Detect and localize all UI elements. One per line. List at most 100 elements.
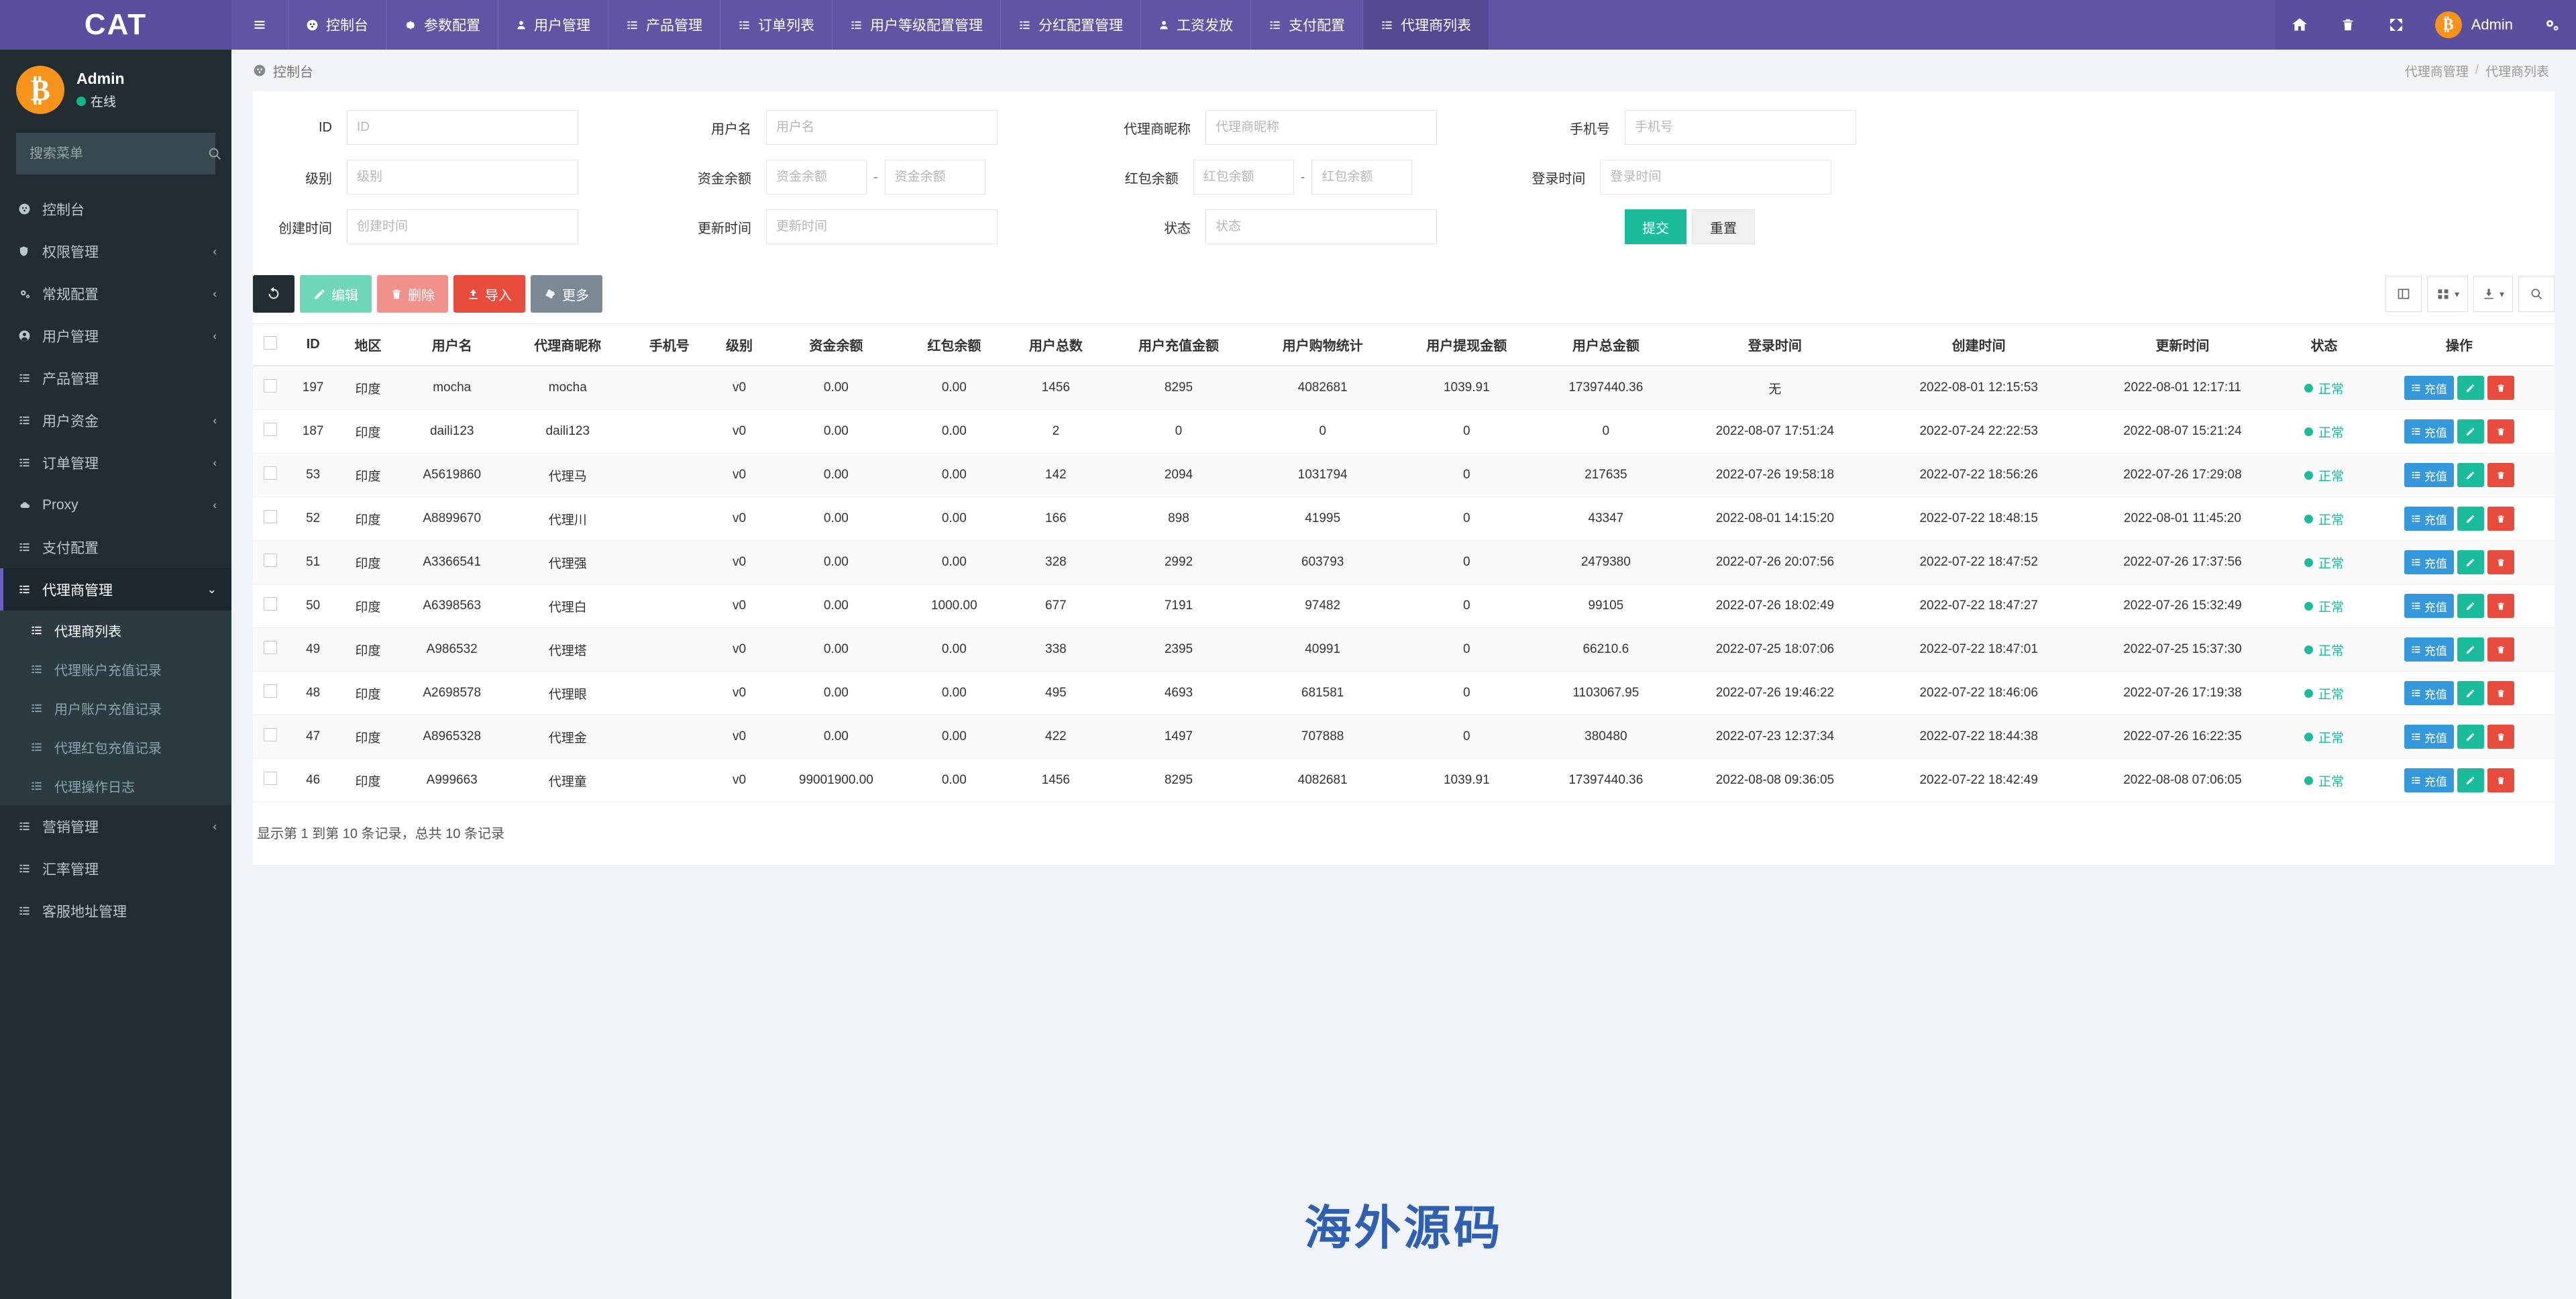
column-header-12[interactable]: 用户提现金额 (1395, 324, 1539, 366)
row-checkbox[interactable] (264, 554, 277, 567)
fullscreen-icon[interactable] (2372, 0, 2420, 50)
row-checkbox[interactable] (264, 684, 277, 698)
sidebar-item-after-0[interactable]: 营销管理‹ (0, 805, 231, 847)
table-row[interactable]: 187印度daili123daili123v00.000.00200002022… (253, 410, 2555, 454)
import-button[interactable]: 导入 (453, 275, 525, 313)
row-edit-button[interactable] (2457, 637, 2484, 662)
row-delete-button[interactable] (2487, 419, 2514, 444)
sidebar-subitem-0[interactable]: 代理商列表 (0, 611, 231, 650)
field-input[interactable] (1205, 209, 1437, 244)
recharge-button[interactable]: 充值 (2404, 681, 2454, 705)
table-row[interactable]: 49印度A986532代理塔v00.000.003382395409910662… (253, 628, 2555, 672)
row-delete-button[interactable] (2487, 463, 2514, 487)
field-input[interactable] (347, 160, 578, 195)
column-header-3[interactable]: 用户名 (398, 324, 506, 366)
row-delete-button[interactable] (2487, 637, 2514, 662)
delete-button[interactable]: 删除 (377, 275, 448, 313)
row-checkbox[interactable] (264, 510, 277, 523)
column-header-10[interactable]: 用户充值金额 (1107, 324, 1251, 366)
row-checkbox[interactable] (264, 597, 277, 611)
breadcrumb-parent[interactable]: 代理商管理 (2405, 62, 2469, 80)
field-input-min[interactable] (766, 160, 867, 195)
field-input-min[interactable] (1193, 160, 1294, 195)
column-header-18[interactable]: 操作 (2364, 324, 2555, 366)
column-header-8[interactable]: 红包余额 (904, 324, 1006, 366)
recharge-button[interactable]: 充值 (2404, 637, 2454, 662)
search-input[interactable] (30, 146, 207, 162)
row-delete-button[interactable] (2487, 507, 2514, 531)
field-input[interactable] (347, 110, 578, 145)
brand-logo[interactable]: CAT (0, 0, 231, 50)
table-row[interactable]: 53印度A5619860代理马v00.000.00142209410317940… (253, 454, 2555, 497)
recharge-button[interactable]: 充值 (2404, 594, 2454, 618)
column-header-4[interactable]: 代理商昵称 (506, 324, 629, 366)
sidebar-item-after-1[interactable]: 汇率管理 (0, 847, 231, 890)
search-icon[interactable] (207, 146, 222, 161)
recharge-button[interactable]: 充值 (2404, 376, 2454, 400)
top-nav-item-5[interactable]: 用户等级配置管理 (833, 0, 1001, 50)
top-nav-item-3[interactable]: 产品管理 (608, 0, 720, 50)
recharge-button[interactable]: 充值 (2404, 507, 2454, 531)
row-checkbox[interactable] (264, 466, 277, 480)
top-nav-item-7[interactable]: 工资发放 (1141, 0, 1251, 50)
table-row[interactable]: 50印度A6398563代理白v00.001000.00677719197482… (253, 584, 2555, 628)
column-header-17[interactable]: 状态 (2284, 324, 2363, 366)
table-row[interactable]: 46印度A999663代理童v099001900.000.00145682954… (253, 759, 2555, 802)
edit-button[interactable]: 编辑 (300, 275, 372, 313)
row-checkbox[interactable] (264, 423, 277, 436)
top-nav-item-4[interactable]: 订单列表 (720, 0, 833, 50)
field-input[interactable] (347, 209, 578, 244)
top-nav-item-2[interactable]: 用户管理 (498, 0, 608, 50)
row-checkbox[interactable] (264, 772, 277, 785)
recharge-button[interactable]: 充值 (2404, 550, 2454, 574)
refresh-button[interactable] (253, 275, 294, 313)
field-input[interactable] (1600, 160, 1831, 195)
recharge-button[interactable]: 充值 (2404, 725, 2454, 749)
row-checkbox[interactable] (264, 641, 277, 654)
sidebar-item-6[interactable]: 订单管理‹ (0, 441, 231, 484)
column-header-2[interactable]: 地区 (338, 324, 397, 366)
row-edit-button[interactable] (2457, 594, 2484, 618)
field-input[interactable] (766, 110, 998, 145)
column-header-11[interactable]: 用户购物统计 (1250, 324, 1395, 366)
table-row[interactable]: 51印度A3366541代理强v00.000.00328299260379302… (253, 541, 2555, 584)
column-header-15[interactable]: 创建时间 (1877, 324, 2081, 366)
field-input-max[interactable] (885, 160, 985, 195)
column-header-5[interactable]: 手机号 (629, 324, 710, 366)
row-edit-button[interactable] (2457, 681, 2484, 705)
row-delete-button[interactable] (2487, 594, 2514, 618)
table-row[interactable]: 197印度mochamochav00.000.00145682954082681… (253, 366, 2555, 410)
top-nav-item-1[interactable]: 参数配置 (386, 0, 498, 50)
row-delete-button[interactable] (2487, 768, 2514, 792)
sidebar-item-agent-management[interactable]: 代理商管理⌄ (0, 568, 231, 611)
search-icon[interactable] (2518, 276, 2555, 312)
sidebar-toggle-button[interactable] (231, 0, 288, 50)
top-nav-item-0[interactable]: 控制台 (288, 0, 386, 50)
row-delete-button[interactable] (2487, 725, 2514, 749)
row-delete-button[interactable] (2487, 681, 2514, 705)
export-icon[interactable]: ▾ (2473, 276, 2513, 312)
columns-icon[interactable] (2385, 276, 2422, 312)
sidebar-item-7[interactable]: Proxy‹ (0, 484, 231, 526)
home-icon[interactable] (2275, 0, 2324, 50)
select-all-checkbox[interactable] (264, 336, 277, 350)
column-header-6[interactable]: 级别 (710, 324, 769, 366)
table-row[interactable]: 48印度A2698578代理眼v00.000.00495469368158101… (253, 672, 2555, 715)
sidebar-search[interactable] (16, 133, 215, 174)
row-checkbox[interactable] (264, 379, 277, 393)
sidebar-subitem-1[interactable]: 代理账户充值记录 (0, 650, 231, 688)
column-header-7[interactable]: 资金余额 (769, 324, 903, 366)
trash-icon[interactable] (2324, 0, 2372, 50)
user-menu[interactable]: ₿ Admin (2420, 0, 2528, 50)
sidebar-item-8[interactable]: 支付配置 (0, 526, 231, 568)
field-input[interactable] (1205, 110, 1437, 145)
top-nav-item-9[interactable]: 代理商列表 (1363, 0, 1489, 50)
sidebar-item-3[interactable]: 用户管理‹ (0, 315, 231, 357)
column-header-1[interactable]: ID (288, 324, 338, 366)
sidebar-item-4[interactable]: 产品管理 (0, 357, 231, 399)
recharge-button[interactable]: 充值 (2404, 463, 2454, 487)
sidebar-subitem-4[interactable]: 代理操作日志 (0, 766, 231, 805)
row-edit-button[interactable] (2457, 376, 2484, 400)
recharge-button[interactable]: 充值 (2404, 419, 2454, 444)
field-input[interactable] (1625, 110, 1856, 145)
